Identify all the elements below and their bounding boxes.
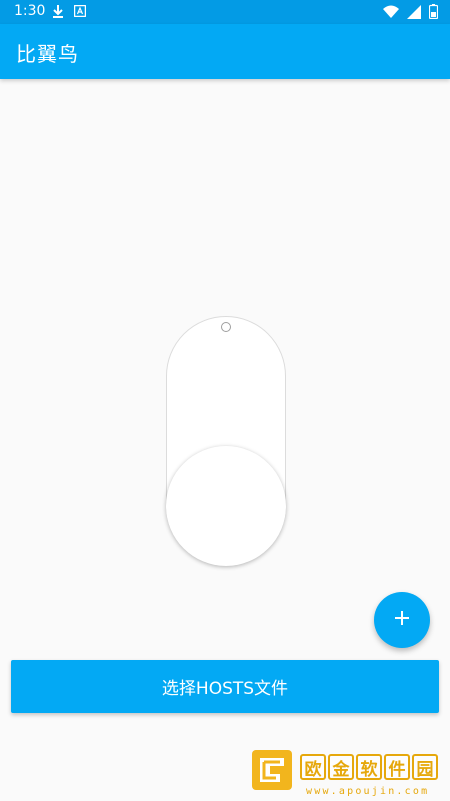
- status-bar: 1:30: [0, 0, 450, 24]
- wifi-icon: [383, 5, 399, 19]
- select-hosts-file-button[interactable]: 选择HOSTS文件: [11, 660, 439, 713]
- plus-icon: [394, 610, 410, 630]
- watermark-char: 园: [412, 754, 438, 780]
- toggle-indicator-dot: [221, 322, 231, 332]
- watermark-logo: 欧 金 软 件 园 www.apoujin.com: [250, 748, 446, 798]
- watermark-char: 件: [384, 754, 410, 780]
- app-bar: 比翼鸟: [0, 24, 450, 79]
- watermark-url: www.apoujin.com: [306, 786, 430, 797]
- download-icon: [52, 4, 64, 18]
- text-icon: [74, 5, 86, 17]
- watermark-title: 欧 金 软 件 园: [300, 754, 438, 780]
- add-fab-button[interactable]: [374, 592, 430, 648]
- app-title: 比翼鸟: [16, 42, 79, 66]
- status-notification-icons: [52, 4, 86, 18]
- watermark-emblem-icon: [250, 748, 294, 792]
- status-system-icons: [383, 4, 438, 19]
- watermark-char: 欧: [300, 754, 326, 780]
- select-hosts-file-label: 选择HOSTS文件: [161, 679, 289, 699]
- hosts-toggle-switch[interactable]: [166, 316, 286, 566]
- toggle-knob[interactable]: [166, 446, 286, 566]
- battery-icon: [429, 4, 438, 19]
- signal-icon: [407, 4, 421, 19]
- status-time: 1:30: [14, 3, 46, 19]
- watermark-char: 软: [356, 754, 382, 780]
- watermark-char: 金: [328, 754, 354, 780]
